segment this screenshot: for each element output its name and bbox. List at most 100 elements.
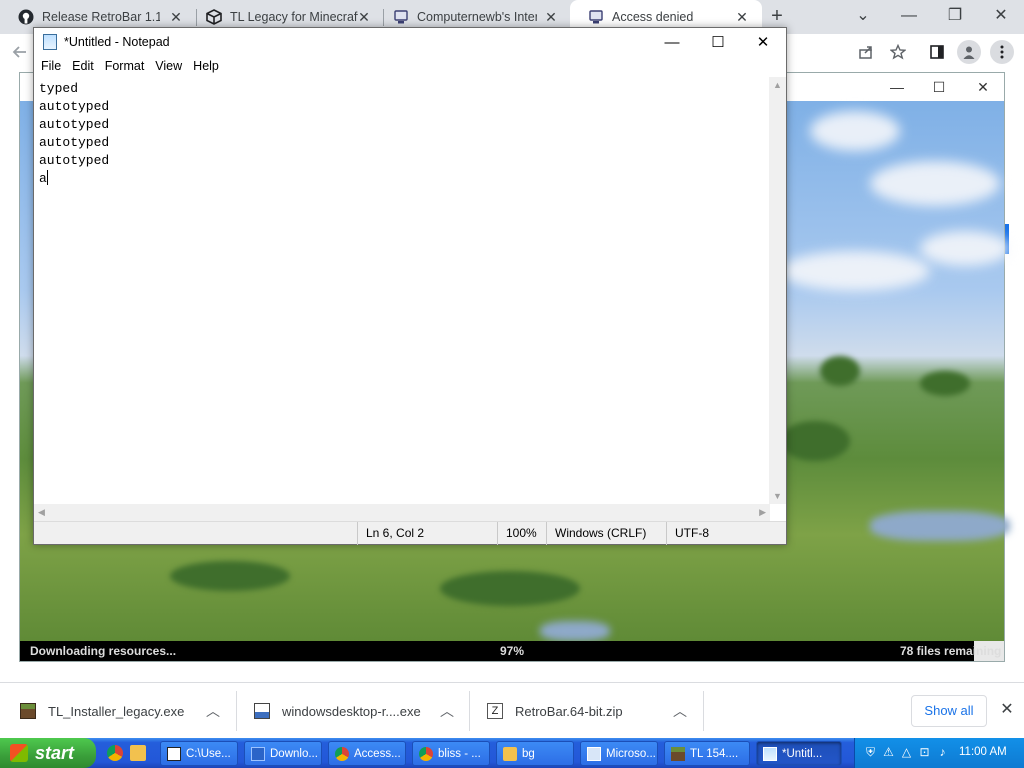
download-shelf: TL_Installer_legacy.exe ︿ windowsdesktop…	[0, 682, 1024, 738]
zoom-level: 100%	[497, 522, 546, 545]
taskbar-button-7zip[interactable]: C:\Use...	[160, 741, 238, 766]
taskbar-button-downloads[interactable]: Downlo...	[244, 741, 322, 766]
tab-search-dropdown-icon[interactable]: ⌄	[851, 4, 875, 28]
taskbar: start C:\Use... Downlo... Access... blis…	[0, 738, 1024, 768]
network-icon[interactable]: ⊡	[917, 745, 932, 760]
close-icon[interactable]: ✕	[996, 699, 1018, 721]
chrome-icon	[419, 746, 433, 761]
menu-file[interactable]: File	[41, 57, 67, 77]
scroll-down-icon[interactable]: ▼	[773, 491, 782, 501]
shield-icon[interactable]: ⛨	[863, 745, 878, 760]
taskbar-button-tl[interactable]: TL 154....	[664, 741, 750, 766]
taskbar-button-label: Access...	[354, 747, 401, 760]
show-all-button[interactable]: Show all	[911, 695, 987, 727]
download-item[interactable]: Z RetroBar.64-bit.zip ︿	[487, 683, 703, 739]
game-close-button[interactable]: ✕	[971, 75, 995, 99]
menu-view[interactable]: View	[155, 57, 188, 77]
notepad-menubar: File Edit Format View Help	[34, 57, 786, 77]
chevron-up-icon[interactable]: ︿	[440, 701, 454, 721]
close-icon[interactable]: ✕	[356, 9, 372, 25]
github-icon	[18, 9, 34, 25]
download-filename: RetroBar.64-bit.zip	[515, 703, 623, 719]
chevron-up-icon[interactable]: ︿	[673, 701, 687, 721]
chevron-up-icon[interactable]: ︿	[206, 701, 220, 721]
window-icon	[587, 746, 601, 761]
close-icon[interactable]: ✕	[168, 9, 184, 25]
taskbar-button-label: bg	[522, 747, 535, 760]
browser-restore-button[interactable]: ❐	[943, 4, 967, 28]
notepad-titlebar: *Untitled - Notepad — ☐ ✕	[34, 28, 786, 57]
menu-format[interactable]: Format	[105, 57, 151, 77]
download-item[interactable]: TL_Installer_legacy.exe ︿	[20, 683, 236, 739]
kebab-menu-icon[interactable]	[990, 40, 1014, 64]
notepad-title: *Untitled - Notepad	[64, 35, 170, 49]
encoding: UTF-8	[666, 522, 784, 545]
share-icon[interactable]	[854, 40, 878, 64]
download-icon	[251, 746, 265, 761]
text-line: autotyped	[39, 135, 110, 150]
cube-icon	[206, 9, 222, 25]
text-line: autotyped	[39, 117, 110, 132]
start-label: start	[35, 742, 75, 763]
close-icon[interactable]: ✕	[734, 9, 750, 25]
text-line: autotyped	[39, 99, 110, 114]
menu-edit[interactable]: Edit	[72, 57, 100, 77]
browser-close-button[interactable]: ✕	[989, 4, 1013, 28]
taskbar-button-bliss[interactable]: bliss - ...	[412, 741, 490, 766]
download-status-text: Downloading resources...	[30, 644, 177, 658]
taskbar-button-notepad[interactable]: *Untitl...	[756, 741, 842, 766]
warning-icon[interactable]: △	[899, 745, 914, 760]
side-panel-icon[interactable]	[925, 40, 949, 64]
back-arrow-icon[interactable]	[8, 40, 32, 64]
text-line: a	[39, 171, 47, 186]
explorer-quicklaunch-icon[interactable]	[130, 745, 146, 761]
notepad-maximize-button[interactable]: ☐	[695, 28, 741, 57]
taskbar-button-access-denied[interactable]: Access...	[328, 741, 406, 766]
game-minimize-button[interactable]: —	[885, 75, 909, 99]
profile-avatar-icon[interactable]	[957, 40, 981, 64]
bookmark-star-icon[interactable]	[886, 40, 910, 64]
download-item[interactable]: windowsdesktop-r....exe ︿	[254, 683, 469, 739]
chrome-quicklaunch-icon[interactable]	[107, 745, 123, 761]
windows-logo-icon	[10, 744, 28, 762]
close-icon[interactable]: ✕	[543, 9, 559, 25]
chrome-icon	[335, 746, 349, 761]
volume-icon[interactable]: ♪	[935, 745, 950, 760]
taskbar-button-label: C:\Use...	[186, 747, 231, 760]
system-tray: ⛨ ⚠ △ ⊡ ♪ 11:00 AM	[854, 738, 1024, 768]
text-line: autotyped	[39, 153, 110, 168]
monitor-icon	[393, 9, 409, 25]
zip-icon: Z	[487, 703, 503, 719]
security-alert-icon[interactable]: ⚠	[881, 745, 896, 760]
notepad-window: *Untitled - Notepad — ☐ ✕ File Edit Form…	[33, 27, 787, 545]
scroll-up-icon[interactable]: ▲	[773, 80, 782, 90]
taskbar-button-microsoft[interactable]: Microso...	[580, 741, 658, 766]
start-button[interactable]: start	[0, 738, 96, 768]
notepad-icon	[763, 746, 777, 761]
vertical-scrollbar[interactable]: ▲ ▼	[769, 77, 786, 504]
notepad-text-area[interactable]: typed autotyped autotyped autotyped autotype…	[34, 77, 770, 504]
installer-icon	[254, 703, 270, 719]
files-remaining: 78 files remaining	[900, 644, 1002, 658]
folder-icon	[503, 746, 517, 761]
taskbar-button-label: Microso...	[606, 747, 656, 760]
game-maximize-button[interactable]: ☐	[927, 75, 951, 99]
clock[interactable]: 11:00 AM	[959, 746, 1007, 758]
notepad-minimize-button[interactable]: —	[649, 28, 695, 57]
horizontal-scrollbar[interactable]: ◀ ▶	[34, 504, 770, 521]
browser-minimize-button[interactable]: —	[897, 4, 921, 28]
text-line: typed	[39, 81, 79, 96]
scroll-left-icon[interactable]: ◀	[38, 507, 45, 518]
minecraft-block-icon	[20, 703, 36, 719]
taskbar-button-bg[interactable]: bg	[496, 741, 574, 766]
current-line: a	[39, 170, 765, 188]
notepad-icon	[43, 34, 57, 50]
7zip-icon	[167, 746, 181, 761]
monitor-icon	[588, 9, 604, 25]
notepad-close-button[interactable]: ✕	[740, 28, 786, 57]
tab-title: TL Legacy for Minecraft	[230, 10, 358, 24]
scroll-right-icon[interactable]: ▶	[759, 507, 766, 518]
new-tab-button[interactable]: +	[766, 5, 788, 27]
menu-help[interactable]: Help	[193, 57, 225, 77]
cursor-position: Ln 6, Col 2	[357, 522, 497, 545]
